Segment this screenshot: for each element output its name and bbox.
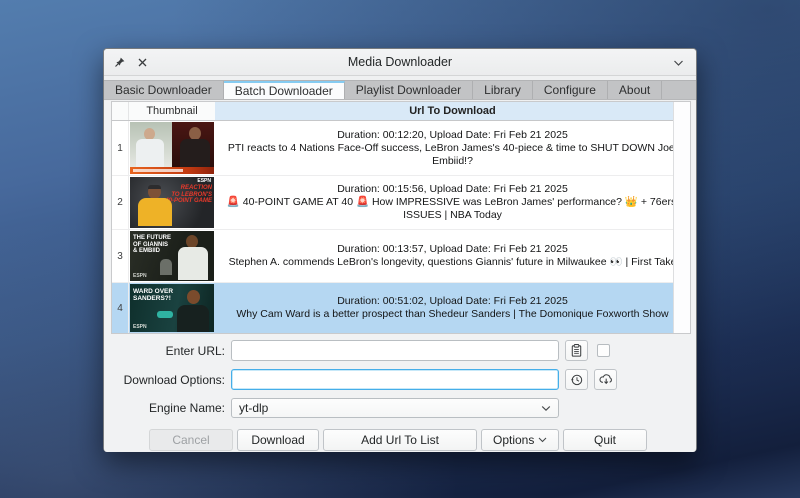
table-row-selected[interactable]: 4 WARD OVER SANDERS?! ESPN Duration: 00:…: [112, 283, 690, 333]
options-menu-button[interactable]: Options: [481, 429, 559, 451]
table-row[interactable]: 3 THE FUTURE OF GIANNIS & EMBIID ESPN Du…: [112, 230, 690, 283]
url-column-header[interactable]: Url To Download: [215, 102, 690, 120]
video-info: Duration: 00:51:02, Upload Date: Fri Feb…: [215, 283, 690, 333]
desktop-background: Media Downloader Basic Downloader Batch …: [0, 0, 800, 498]
video-thumbnail: [129, 121, 215, 175]
chevron-down-icon: [538, 437, 547, 443]
cancel-button: Cancel: [149, 429, 233, 451]
download-options-input[interactable]: [231, 369, 559, 390]
tab-batch-downloader[interactable]: Batch Downloader: [224, 81, 345, 99]
row-index: 4: [112, 283, 129, 333]
close-icon[interactable]: [133, 53, 151, 71]
video-thumbnail: ESPN REACTION TO LEBRON'S 40-POINT GAME: [129, 176, 215, 229]
add-url-to-list-button[interactable]: Add Url To List: [323, 429, 477, 451]
title-line: Why Cam Ward is a better prospect than S…: [236, 308, 668, 321]
thumbnail-right-host: [172, 122, 214, 167]
video-info: Duration: 00:12:20, Upload Date: Fri Feb…: [215, 121, 690, 175]
engine-select-value: yt-dlp: [239, 401, 268, 415]
action-button-row: Cancel Download Add Url To List Options …: [149, 429, 689, 451]
engine-select[interactable]: yt-dlp: [231, 398, 559, 418]
tab-configure[interactable]: Configure: [533, 81, 608, 99]
espn-logo: ESPN: [197, 178, 211, 184]
row-index: 2: [112, 176, 129, 229]
options-button-label: Options: [493, 433, 534, 447]
tab-playlist-downloader[interactable]: Playlist Downloader: [345, 81, 473, 99]
tab-basic-downloader[interactable]: Basic Downloader: [104, 81, 224, 99]
video-thumbnail: WARD OVER SANDERS?! ESPN: [129, 283, 215, 333]
row-index: 1: [112, 121, 129, 175]
title-line: 🚨 40-POINT GAME AT 40 🚨 How IMPRESSIVE w…: [223, 196, 682, 222]
history-clock-button[interactable]: [565, 369, 588, 390]
tab-bar: Basic Downloader Batch Downloader Playli…: [104, 80, 696, 100]
download-button[interactable]: Download: [237, 429, 319, 451]
thumbnail-overlay-text: WARD OVER SANDERS?!: [133, 288, 173, 302]
video-info: Duration: 00:15:56, Upload Date: Fri Feb…: [215, 176, 690, 229]
download-form: Enter URL: Download Options:: [111, 340, 689, 451]
enter-url-label: Enter URL:: [111, 344, 231, 358]
title-line: PTI reacts to 4 Nations Face-Off success…: [223, 142, 682, 168]
thumbnail-left-host: [130, 122, 172, 167]
monitor-clipboard-checkbox[interactable]: [597, 344, 610, 357]
download-options-label: Download Options:: [111, 373, 231, 387]
table-row[interactable]: 1 Duration: 00:12:20, Upload Date: Fri F…: [112, 121, 690, 176]
chevron-down-icon: [541, 405, 551, 412]
quit-button[interactable]: Quit: [563, 429, 647, 451]
duration-line: Duration: 00:51:02, Upload Date: Fri Feb…: [337, 295, 568, 308]
espn-logo: ESPN: [133, 324, 147, 330]
cloud-download-button[interactable]: [594, 369, 617, 390]
engine-name-label: Engine Name:: [111, 401, 231, 415]
batch-downloader-page: Thumbnail Url To Download 1 Duration: [104, 101, 696, 452]
enter-url-input[interactable]: [231, 340, 559, 361]
chevron-down-icon[interactable]: [669, 54, 687, 72]
table-header-row: Thumbnail Url To Download: [112, 102, 690, 121]
thumbnail-ticker-bar: [130, 167, 214, 174]
table-row[interactable]: 2 ESPN REACTION TO LEBRON'S 40-POINT GAM…: [112, 176, 690, 230]
tab-library[interactable]: Library: [473, 81, 533, 99]
paste-clipboard-button[interactable]: [565, 340, 588, 361]
video-info: Duration: 00:13:57, Upload Date: Fri Feb…: [215, 230, 690, 282]
thumbnail-overlay-text: THE FUTURE OF GIANNIS & EMBIID: [133, 235, 171, 255]
table-corner-cell: [112, 102, 129, 120]
duration-line: Duration: 00:15:56, Upload Date: Fri Feb…: [337, 183, 568, 196]
app-window: Media Downloader Basic Downloader Batch …: [103, 48, 697, 452]
tab-bar-filler: [662, 81, 696, 99]
row-index: 3: [112, 230, 129, 282]
thumbnail-overlay-text: REACTION TO LEBRON'S 40-POINT GAME: [165, 185, 212, 205]
download-list-table: Thumbnail Url To Download 1 Duration: [111, 101, 691, 334]
pin-icon[interactable]: [111, 53, 129, 71]
espn-logo: ESPN: [133, 273, 147, 279]
titlebar[interactable]: Media Downloader: [104, 49, 696, 76]
duration-line: Duration: 00:12:20, Upload Date: Fri Feb…: [337, 129, 568, 142]
video-thumbnail: THE FUTURE OF GIANNIS & EMBIID ESPN: [129, 230, 215, 282]
tab-about[interactable]: About: [608, 81, 662, 99]
thumbnail-column-header[interactable]: Thumbnail: [129, 102, 215, 120]
thumbnail-player: [187, 290, 200, 304]
title-line: Stephen A. commends LeBron's longevity, …: [229, 256, 677, 269]
duration-line: Duration: 00:13:57, Upload Date: Fri Feb…: [337, 243, 568, 256]
table-scrollbar-gutter: [673, 102, 690, 333]
window-title: Media Downloader: [104, 55, 696, 69]
